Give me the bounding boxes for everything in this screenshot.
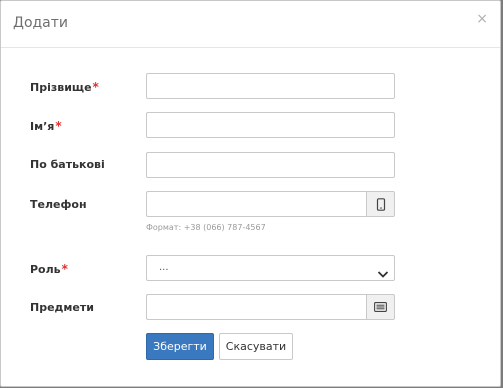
surname-label-text: Прізвище	[30, 81, 92, 94]
patronymic-label: По батькові	[30, 158, 105, 171]
modal-header: Додати ×	[1, 1, 500, 48]
name-label: Ім’я*	[30, 119, 62, 133]
name-input[interactable]	[146, 112, 395, 138]
role-select[interactable]: ...	[146, 255, 395, 281]
close-icon[interactable]: ×	[476, 12, 488, 26]
phone-format-hint: Формат: +38 (066) 787-4567	[146, 223, 266, 232]
required-mark: *	[61, 262, 68, 276]
role-selected-value: ...	[159, 262, 169, 273]
cancel-button[interactable]: Скасувати	[219, 333, 293, 360]
role-label-text: Роль	[30, 263, 61, 276]
subjects-label: Предмети	[30, 301, 94, 314]
required-mark: *	[55, 119, 62, 133]
modal-title: Додати	[13, 15, 69, 31]
chevron-down-icon	[377, 264, 389, 283]
phone-label: Телефон	[30, 198, 87, 211]
patronymic-input[interactable]	[146, 152, 395, 178]
surname-label: Прізвище*	[30, 80, 99, 94]
name-label-text: Ім’я	[30, 120, 55, 133]
surname-input[interactable]	[146, 73, 395, 99]
save-button[interactable]: Зберегти	[146, 333, 214, 360]
required-mark: *	[92, 80, 99, 94]
phone-input[interactable]	[146, 191, 367, 217]
list-icon[interactable]	[366, 294, 395, 320]
subjects-input[interactable]	[146, 294, 367, 320]
mobile-phone-icon[interactable]	[366, 191, 395, 217]
role-label: Роль*	[30, 262, 68, 276]
add-modal: Додати × Прізвище* Ім’я* По батькові Тел…	[0, 0, 501, 387]
